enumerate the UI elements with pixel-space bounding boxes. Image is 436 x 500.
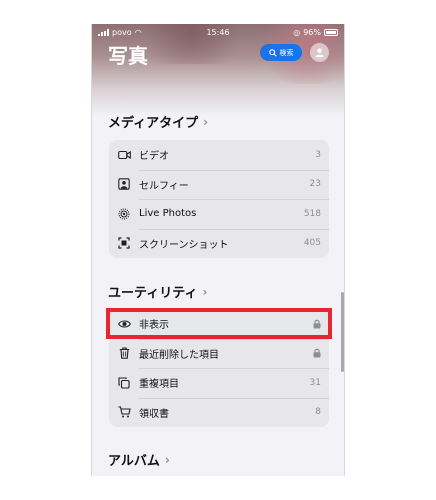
search-button[interactable]: 検索 (260, 44, 302, 61)
list-item-receipts[interactable]: 領収書 8 (109, 397, 329, 428)
list-item-label: 非表示 (139, 320, 169, 332)
page-title: 写真 (108, 44, 148, 68)
utilities-header[interactable]: ユーティリティ › (108, 282, 208, 302)
list-item-label: 最近削除した項目 (139, 349, 219, 361)
account-avatar-button[interactable] (310, 43, 329, 62)
video-icon (117, 148, 131, 162)
list-item-duplicates[interactable]: 重複項目 31 (109, 368, 329, 398)
status-bar: povo ◠ 15:46 ◎ 96% (92, 24, 344, 40)
list-item-label: ビデオ (139, 151, 169, 163)
item-count: 31 (309, 377, 321, 388)
item-count: 3 (315, 149, 321, 160)
live-photos-icon (117, 207, 131, 221)
search-button-label: 検索 (279, 48, 294, 57)
lock-icon (312, 319, 321, 329)
search-icon (268, 48, 277, 57)
item-count: 405 (303, 238, 321, 249)
photos-app-screen: povo ◠ 15:46 ◎ 96% 写真 検索 メディアタイプ › ビデオ 3… (91, 24, 345, 476)
list-item-label: スクリーンショット (139, 239, 229, 251)
battery-icon (324, 28, 338, 36)
utilities-list: 非表示 最近削除した項目 重複項目 31 領収書 8 (109, 309, 329, 427)
selfie-icon (117, 177, 131, 191)
chevron-right-icon: › (203, 114, 209, 129)
list-item-hidden[interactable]: 非表示 (109, 309, 329, 339)
list-item-label: 領収書 (139, 408, 169, 420)
albums-title: アルバム (108, 454, 160, 469)
item-count: 518 (303, 208, 321, 219)
item-count: 23 (309, 179, 321, 190)
utilities-title: ユーティリティ (108, 286, 198, 301)
list-item-live-photos[interactable]: Live Photos 518 (109, 199, 329, 229)
duplicate-icon (117, 376, 131, 390)
trash-icon (117, 346, 131, 360)
list-item-label: Live Photos (139, 208, 197, 220)
media-types-title: メディアタイプ (108, 116, 199, 131)
chevron-right-icon: › (202, 284, 208, 299)
list-item-screenshots[interactable]: スクリーンショット 405 (109, 228, 329, 259)
item-count: 8 (315, 407, 321, 418)
scrollbar[interactable] (341, 292, 344, 372)
list-item-label: セルフィー (139, 180, 189, 192)
list-item-recently-deleted[interactable]: 最近削除した項目 (109, 338, 329, 369)
lock-icon (312, 348, 321, 358)
status-time: 15:46 (206, 27, 230, 37)
screenshot-icon (117, 236, 131, 250)
media-types-list: ビデオ 3 セルフィー 23 Live Photos 518 スクリーンショット… (109, 140, 329, 258)
albums-header[interactable]: アルバム › (108, 450, 170, 470)
list-item-label: 重複項目 (139, 379, 179, 391)
list-item-videos[interactable]: ビデオ 3 (109, 140, 329, 170)
chevron-right-icon: › (164, 452, 170, 467)
eye-icon (117, 317, 131, 331)
cart-icon (117, 405, 131, 419)
media-types-header[interactable]: メディアタイプ › (108, 112, 209, 132)
person-icon (315, 48, 324, 58)
list-item-selfies[interactable]: セルフィー 23 (109, 169, 329, 200)
